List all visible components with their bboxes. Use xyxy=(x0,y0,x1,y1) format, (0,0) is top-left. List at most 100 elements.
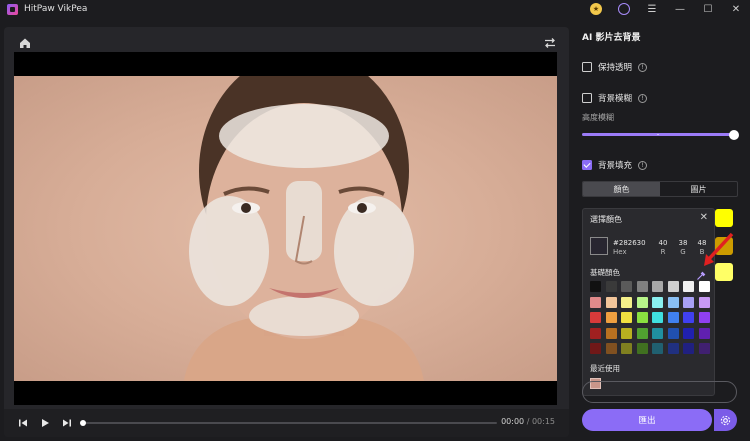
basic-color-swatch[interactable] xyxy=(698,312,710,323)
basic-color-swatch[interactable] xyxy=(683,281,694,292)
keep-transparent-label: 保持透明 xyxy=(598,63,633,73)
basic-color-swatch[interactable] xyxy=(667,296,679,308)
keep-transparent-checkbox[interactable] xyxy=(582,62,592,72)
output-path-field[interactable] xyxy=(582,381,737,403)
hex-value[interactable]: #282630 xyxy=(613,239,646,247)
basic-color-swatch[interactable] xyxy=(605,281,617,292)
hex-label: Hex xyxy=(613,248,627,256)
export-button[interactable]: 匯出 xyxy=(582,409,712,431)
color-swatch-yellow[interactable] xyxy=(715,209,733,227)
basic-color-swatch[interactable] xyxy=(621,296,632,308)
title-bar: HitPaw VikPea ★ ☰ — ☐ ✕ xyxy=(0,0,750,18)
basic-color-swatch[interactable] xyxy=(667,343,679,354)
user-icon[interactable] xyxy=(610,0,638,18)
close-icon[interactable]: ✕ xyxy=(700,212,708,223)
basic-color-swatch[interactable] xyxy=(621,312,632,323)
blur-strength-label: 高度模糊 xyxy=(582,113,614,122)
panel-title: AI 影片去背景 xyxy=(582,33,641,43)
swap-icon[interactable] xyxy=(543,35,557,49)
basic-color-swatch[interactable] xyxy=(590,312,601,323)
annotation-arrow-icon xyxy=(704,232,734,266)
home-icon[interactable] xyxy=(18,35,32,49)
close-icon[interactable]: ✕ xyxy=(722,0,750,18)
info-icon[interactable]: ! xyxy=(638,93,648,103)
basic-colors-label: 基礎顏色 xyxy=(590,268,620,277)
export-settings-icon[interactable] xyxy=(714,409,737,431)
green-value[interactable]: 38 xyxy=(676,239,690,247)
video-frame[interactable] xyxy=(14,52,557,405)
preview-pane: 00:00 / 00:15 xyxy=(4,27,569,437)
current-time: 00:00 xyxy=(501,417,525,426)
next-frame-icon[interactable] xyxy=(58,414,76,432)
basic-color-swatch[interactable] xyxy=(683,312,694,323)
previous-frame-icon[interactable] xyxy=(14,414,32,432)
seek-bar[interactable] xyxy=(80,420,497,426)
fill-background-option[interactable]: 背景填充 ! xyxy=(582,159,648,171)
basic-color-swatch[interactable] xyxy=(652,327,663,339)
info-icon[interactable]: ! xyxy=(638,62,648,72)
basic-color-swatch[interactable] xyxy=(605,343,617,354)
play-icon[interactable] xyxy=(36,414,54,432)
basic-color-swatch[interactable] xyxy=(636,343,648,354)
fill-background-checkbox[interactable] xyxy=(582,160,592,170)
basic-color-swatch[interactable] xyxy=(698,343,710,354)
fill-type-tabs: 顏色 圖片 xyxy=(582,181,738,197)
basic-color-swatch[interactable] xyxy=(667,312,679,323)
basic-color-swatch[interactable] xyxy=(636,327,648,339)
basic-color-swatch[interactable] xyxy=(652,343,663,354)
app-title: HitPaw VikPea xyxy=(24,4,88,14)
current-color-swatch xyxy=(590,237,608,255)
basic-color-swatch[interactable] xyxy=(652,281,663,292)
tab-color[interactable]: 顏色 xyxy=(583,182,660,196)
basic-color-swatch[interactable] xyxy=(590,281,601,292)
basic-color-swatch[interactable] xyxy=(636,281,648,292)
info-icon[interactable]: ! xyxy=(638,160,648,170)
basic-color-swatch[interactable] xyxy=(698,281,710,292)
seek-handle[interactable] xyxy=(80,420,86,426)
basic-color-swatch[interactable] xyxy=(621,327,632,339)
app-logo-icon xyxy=(7,3,18,15)
basic-color-swatch[interactable] xyxy=(621,281,632,292)
basic-color-swatch[interactable] xyxy=(621,343,632,354)
maximize-icon[interactable]: ☐ xyxy=(694,0,722,18)
fill-background-label: 背景填充 xyxy=(598,161,633,171)
basic-color-swatch[interactable] xyxy=(667,281,679,292)
recent-colors-label: 最近使用 xyxy=(590,364,620,373)
minimize-icon[interactable]: — xyxy=(666,0,694,18)
color-picker-title: 選擇顏色 xyxy=(590,215,622,224)
total-time: / 00:15 xyxy=(526,417,555,426)
basic-color-swatch[interactable] xyxy=(636,296,648,308)
blur-strength-slider[interactable] xyxy=(582,129,739,140)
blur-background-label: 背景模糊 xyxy=(598,94,633,104)
basic-color-swatch[interactable] xyxy=(652,312,663,323)
red-label: R xyxy=(660,248,666,256)
basic-color-swatch[interactable] xyxy=(667,327,679,339)
basic-color-swatch[interactable] xyxy=(605,312,617,323)
blur-background-checkbox[interactable] xyxy=(582,93,592,103)
basic-color-swatch[interactable] xyxy=(590,296,601,308)
basic-color-swatch[interactable] xyxy=(698,327,710,339)
blur-background-option[interactable]: 背景模糊 ! xyxy=(582,92,648,104)
basic-color-swatch[interactable] xyxy=(698,296,710,308)
time-display: 00:00 / 00:15 xyxy=(501,417,555,426)
red-value[interactable]: 40 xyxy=(656,239,670,247)
slider-handle[interactable] xyxy=(729,129,739,140)
premium-icon[interactable]: ★ xyxy=(582,0,610,18)
basic-color-swatch[interactable] xyxy=(652,296,663,308)
player-controls: 00:00 / 00:15 xyxy=(4,409,569,437)
menu-icon[interactable]: ☰ xyxy=(638,0,666,18)
basic-color-swatch[interactable] xyxy=(605,296,617,308)
basic-color-swatch[interactable] xyxy=(605,327,617,339)
color-picker-popup: 選擇顏色 ✕ #282630 Hex 40 38 48 R G B 基礎顏色 最… xyxy=(582,208,715,396)
basic-color-swatch[interactable] xyxy=(590,327,601,339)
tab-image[interactable]: 圖片 xyxy=(660,182,737,196)
keep-transparent-option[interactable]: 保持透明 ! xyxy=(582,61,648,73)
basic-color-swatch[interactable] xyxy=(636,312,648,323)
basic-color-swatch[interactable] xyxy=(683,296,694,308)
basic-color-swatch[interactable] xyxy=(683,327,694,339)
basic-color-swatch[interactable] xyxy=(683,343,694,354)
video-preview-image xyxy=(14,76,557,381)
green-label: G xyxy=(680,248,686,256)
basic-color-grid xyxy=(590,281,710,354)
basic-color-swatch[interactable] xyxy=(590,343,601,354)
